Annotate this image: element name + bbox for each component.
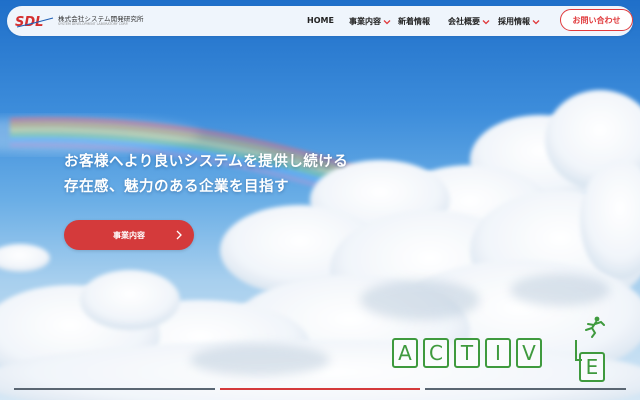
company-name-en: SYSTEM DEVELOPMENT LABORATORY CORP. [58, 22, 129, 27]
company-logo[interactable]: SDL 株式会社システム開発研究所 SYSTEM DEVELOPMENT LAB… [15, 12, 144, 30]
contact-button-label: お問い合わせ [572, 15, 621, 25]
active-letter-i: I [485, 338, 511, 368]
services-cta-button[interactable]: 事業内容 [64, 220, 194, 250]
nav-news[interactable]: 新着情報 [398, 16, 430, 27]
nav-services-label: 事業内容 [349, 17, 381, 26]
active-letter-a: A [392, 338, 418, 368]
slide-indicator-1[interactable] [14, 388, 215, 390]
contact-button[interactable]: お問い合わせ [560, 9, 633, 31]
nav-services[interactable]: 事業内容 [349, 16, 391, 27]
chevron-down-icon [532, 19, 540, 24]
nav-news-label: 新着情報 [398, 17, 430, 26]
slide-indicator-3[interactable] [425, 388, 626, 390]
hero-headline-line2: 存在感、魅力のある企業を目指す [64, 179, 289, 195]
active-letter-t: T [454, 338, 480, 368]
active-connector [575, 340, 582, 361]
hero-banner: SDL 株式会社システム開発研究所 SYSTEM DEVELOPMENT LAB… [0, 0, 640, 400]
slide-indicator-2[interactable] [220, 388, 420, 390]
active-letter-c: C [423, 338, 449, 368]
nav-home-label: HOME [307, 16, 334, 25]
nav-recruit[interactable]: 採用情報 [498, 16, 540, 27]
active-letter-v: V [516, 338, 542, 368]
chevron-right-icon [176, 230, 182, 240]
nav-company-label: 会社概要 [448, 17, 480, 26]
chevron-down-icon [482, 19, 490, 24]
nav-company[interactable]: 会社概要 [448, 16, 490, 27]
sky-background [0, 90, 640, 400]
hero-headline-line1: お客様へより良いシステムを提供し続ける [64, 154, 349, 170]
runner-icon [585, 316, 605, 338]
nav-recruit-label: 採用情報 [498, 17, 530, 26]
site-header: SDL 株式会社システム開発研究所 SYSTEM DEVELOPMENT LAB… [7, 6, 633, 36]
nav-home[interactable]: HOME [307, 16, 334, 25]
hero-headline: お客様へより良いシステムを提供し続ける 存在感、魅力のある企業を目指す [64, 150, 348, 200]
sdl-logo-mark: SDL [15, 15, 54, 28]
chevron-down-icon [383, 19, 391, 24]
services-cta-label: 事業内容 [113, 230, 145, 240]
